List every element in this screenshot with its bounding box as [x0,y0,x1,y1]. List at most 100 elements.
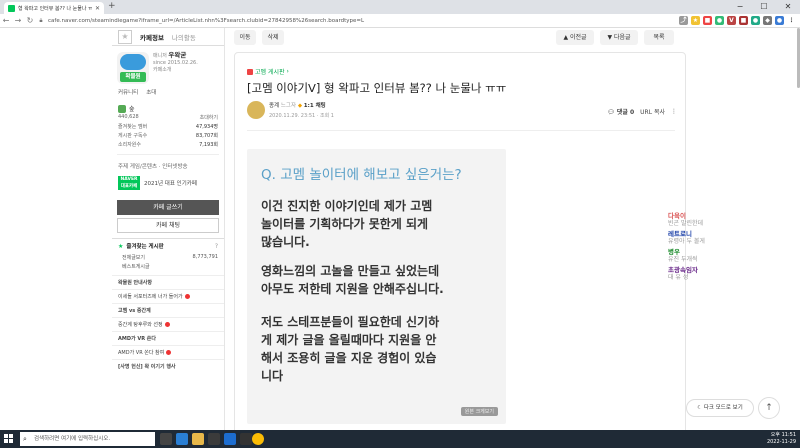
invite-link[interactable]: 초대 [146,88,156,96]
board-name: 베스트게시글 [122,264,150,270]
chat-name: 다육이 [668,212,686,220]
share-icon[interactable]: ⤴ [679,16,688,25]
list-button[interactable]: 목록 [644,30,674,45]
section-label: AMD가 VR 쏜다 참여 [118,350,165,356]
forward-icon[interactable]: → [12,16,24,25]
board-link[interactable]: 고멤 게시판 › [247,67,289,76]
comment-icon: 💬︎ [607,109,615,116]
moon-icon: ☾ [697,405,703,411]
app-icon[interactable] [240,433,252,445]
slide-line: 영화느낌의 고놀을 만들고 싶었는데 [261,264,440,278]
chevron-right-icon: › [286,68,289,75]
chat-message: 유진 두개씩 [668,256,698,263]
section-middle[interactable]: 중간계 탕후루와 선정 [112,317,224,331]
section-amd[interactable]: AMD가 VR 쏜다 [112,331,224,345]
clock-time: 오후 11:51 [770,432,796,438]
browser-tab[interactable]: 형 왁파고 인터뷰 봄?? 나 눈물나 ㅠㅠ ✕ [4,2,104,14]
view-original-badge[interactable]: 원본 크게보기 [460,407,498,416]
fav-boards-header: ★ 즐겨찾는 게시판 ? [112,238,224,253]
bookmark-star-icon[interactable]: ★ [118,29,132,44]
url-field[interactable]: cafe.naver.com/steamindiegame?iframe_url… [48,18,364,24]
reload-icon[interactable]: ↻ [24,16,36,25]
menu-icon[interactable]: ⋮ [787,16,796,25]
section-amd-join[interactable]: AMD가 VR 쏜다 참여 [112,345,224,359]
maximize-button[interactable]: ☐ [752,0,776,14]
chat-name: 병우 [668,248,680,256]
comment-link[interactable]: 💬︎ 댓글 0 [607,107,634,116]
cafe-level-name: 숲 [129,106,135,113]
star-icon[interactable]: ★ [691,16,700,25]
dark-mode-button[interactable]: ☾ 다크 모드로 보기 [686,399,754,417]
chat-message: 대 유 성 [668,274,689,281]
profile-icon[interactable]: ● [775,16,784,25]
extension-green-icon[interactable]: ● [715,16,724,25]
url-copy-button[interactable]: URL 복사 [640,107,665,116]
award-row[interactable]: NAVER 대표카페 2021년 대표 인기카페 [112,172,224,194]
extension-v-icon[interactable]: V [727,16,736,25]
vscode-icon[interactable] [224,433,236,445]
author-info: 종계 느그자 ◆ 1:1 채팅 [269,101,334,109]
search-placeholder: 검색하려면 여기에 입력하십시오. [34,436,111,442]
scroll-top-button[interactable]: ↑ [758,397,780,419]
extension-red-icon[interactable]: ■ [703,16,712,25]
prev-post-button[interactable]: ▲ 이전글 [556,30,594,45]
divider [117,154,219,155]
edge-icon[interactable] [176,433,188,445]
slide-line: 게 제가 글을 올릴때마다 지원을 안 [261,333,437,347]
green-star-icon: ★ [118,242,124,250]
post-image[interactable]: Q. 고멤 놀이터에 해보고 싶은거는? 이건 진지한 이야기인데 제가 고멤 … [247,149,506,424]
extension-dark-red-icon[interactable]: ■ [739,16,748,25]
taskbar-search-input[interactable]: ⌕ 검색하려면 여기에 입력하십시오. [20,432,155,446]
cafe-chat-button[interactable]: 카페 채팅 [117,218,219,233]
prev-label: 이전글 [569,34,587,41]
window-controls: − ☐ ✕ [728,0,800,14]
invite-button[interactable]: 초대하기 [200,114,218,121]
browser-tab-bar: 형 왁파고 인터뷰 봄?? 나 눈물나 ㅠㅠ ✕ + − ☐ ✕ [0,0,800,14]
cafe-since: since 2015.02.26. [153,60,198,66]
award-text: 2021년 대표 인기카페 [144,181,197,187]
delete-button[interactable]: 삭제 [262,30,284,45]
puzzle-icon[interactable]: ◆ [763,16,772,25]
task-view-icon[interactable] [160,433,172,445]
cafe-profile: 왁물원 매니저 우왁굳 since 2015.02.26. 카페소개 [112,46,224,86]
community-link[interactable]: 커뮤니티 [118,88,138,96]
tab-cafe-info[interactable]: 카페정보 [136,32,168,42]
author-name[interactable]: 종계 [269,103,279,109]
write-post-button[interactable]: 카페 글쓰기 [117,200,219,215]
store-icon[interactable] [208,433,220,445]
post-actions: 💬︎ 댓글 0 URL 복사 ⋮ [607,107,677,116]
back-icon[interactable]: ← [0,16,12,25]
fav-boards-title: 즐겨찾는 게시판 [126,244,164,250]
chrome-icon[interactable] [252,433,264,445]
close-window-button[interactable]: ✕ [776,0,800,14]
extension-teal-icon[interactable]: ● [751,16,760,25]
help-icon[interactable]: ? [215,243,218,250]
section-supporters[interactable]: 이세돌 서포터즈에 너가 들어가 [112,289,224,303]
chat-message: 유령아 두 볼게 [668,238,705,245]
tab-my-activity[interactable]: 나의활동 [168,32,200,42]
minimize-button[interactable]: − [728,0,752,14]
author-level: 느그자 [280,103,297,109]
move-button[interactable]: 이동 [234,30,256,45]
taskbar: ⌕ 검색하려면 여기에 입력하십시오. 오후 11:51 2022-11-29 [0,430,800,448]
board-item-best[interactable]: 베스트게시글 [112,262,224,271]
next-post-button[interactable]: ▼ 다음글 [600,30,638,45]
chat-badge[interactable]: 1:1 채팅 [304,103,326,109]
cafe-avatar[interactable]: 왁물원 [117,52,149,84]
system-tray[interactable]: 오후 11:51 2022-11-29 [767,432,796,446]
section-gomem-vs[interactable]: 고멤 vs 중간계 [112,303,224,317]
section-event[interactable]: [사명 헌신] 왁 이기기 행사 [112,359,224,373]
more-icon[interactable]: ⋮ [671,108,677,115]
windows-start-icon[interactable] [4,434,14,444]
author-avatar[interactable] [247,101,265,119]
comment-count: 댓글 0 [616,109,635,116]
cafe-intro-link[interactable]: 카페소개 [153,67,198,74]
new-tab-button[interactable]: + [108,1,116,11]
board-item-all[interactable]: 전체글보기 8,773,791 [112,253,224,262]
close-tab-icon[interactable]: ✕ [95,5,100,12]
file-explorer-icon[interactable] [192,433,204,445]
article-card: 고멤 게시판 › [고멤 이야기ᐯ] 형 왁파고 인터뷰 봄?? 나 눈물나 ㅠ… [234,52,686,430]
section-notice[interactable]: 왁물원 안내사항 [112,275,224,289]
cafe-links: 커뮤니티 초대 [112,86,224,98]
section-label: 이세돌 서포터즈에 너가 들어가 [118,294,183,300]
